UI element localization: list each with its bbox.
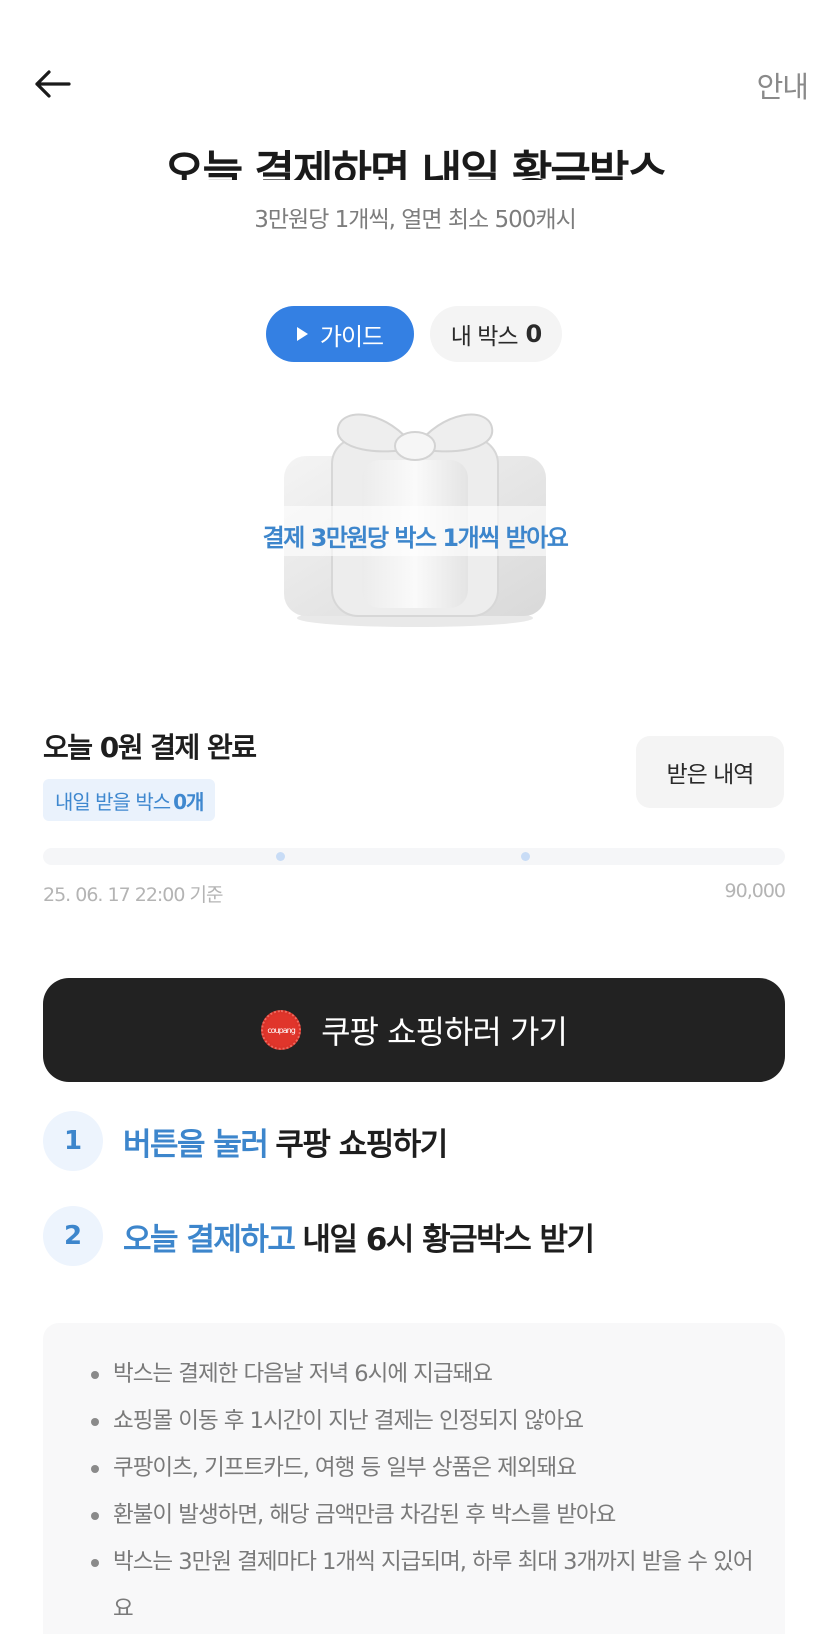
notice-item: 박스는 3만원 결제마다 1개씩 지급되며, 하루 최대 3개까지 받을 수 있…	[91, 1539, 755, 1633]
step-text: 오늘 결제하고 내일 6시 황금박스 받기	[123, 1221, 595, 1258]
progress-timestamp: 25. 06. 17 22:00 기준	[43, 884, 223, 906]
tomorrow-box-label: 내일 받을 박스	[55, 789, 171, 814]
step-number: 2	[43, 1206, 103, 1266]
page-subtitle: 3만원당 1개씩, 열면 최소 500캐시	[254, 207, 576, 233]
notice-item: 쿠팡이츠, 기프트카드, 여행 등 일부 상품은 제외돼요	[91, 1445, 755, 1492]
notice-item: 쇼핑몰 이동 후 1시간이 지난 결제는 인정되지 않아요	[91, 1398, 755, 1445]
gift-caption: 결제 3만원당 박스 1개씩 받아요	[262, 524, 569, 552]
gift-box-illustration	[284, 413, 546, 627]
history-button[interactable]: 받은 내역	[636, 736, 784, 808]
back-arrow-icon	[35, 70, 71, 98]
tomorrow-box-badge: 내일 받을 박스 0개	[43, 779, 216, 821]
guide-label: 가이드	[319, 322, 384, 351]
step-text: 버튼을 눌러 쿠팡 쇼핑하기	[123, 1126, 448, 1163]
my-box-chip: 내 박스 0	[430, 306, 562, 362]
step-1: 1 버튼을 눌러 쿠팡 쇼핑하기	[43, 1110, 448, 1172]
my-box-label: 내 박스	[450, 324, 519, 350]
guide-button[interactable]: 가이드	[266, 306, 414, 362]
notice-item: 환불이 발생하면, 해당 금액만큼 차감된 후 박스를 받아요	[91, 1492, 755, 1539]
progress-milestone-60000	[521, 852, 530, 861]
payment-progress-bar	[43, 848, 785, 865]
notice-item: 박스는 결제한 다음날 저녁 6시에 지급돼요	[91, 1351, 755, 1398]
tomorrow-box-count: 0개	[173, 789, 204, 814]
coupang-logo-icon: coupang	[261, 1010, 302, 1050]
info-link[interactable]: 안내	[757, 64, 809, 106]
notice-box: 박스는 결제한 다음날 저녁 6시에 지급돼요 쇼핑몰 이동 후 1시간이 지난…	[43, 1323, 785, 1634]
go-shopping-label: 쿠팡 쇼핑하러 가기	[321, 1013, 568, 1051]
play-icon	[296, 327, 308, 341]
progress-max-value: 90,000	[724, 880, 786, 902]
progress-milestone-30000	[276, 852, 285, 861]
back-button[interactable]	[30, 62, 74, 106]
page-title: 오늘 결제하면 내일 황금박스	[164, 147, 668, 180]
top-bar: 안내	[0, 0, 830, 130]
paid-status-title: 오늘 0원 결제 완료	[43, 731, 257, 764]
my-box-count: 0	[525, 320, 543, 348]
step-2: 2 오늘 결제하고 내일 6시 황금박스 받기	[43, 1205, 595, 1267]
go-shopping-button[interactable]: coupang 쿠팡 쇼핑하러 가기	[43, 978, 785, 1082]
step-number: 1	[43, 1111, 103, 1171]
